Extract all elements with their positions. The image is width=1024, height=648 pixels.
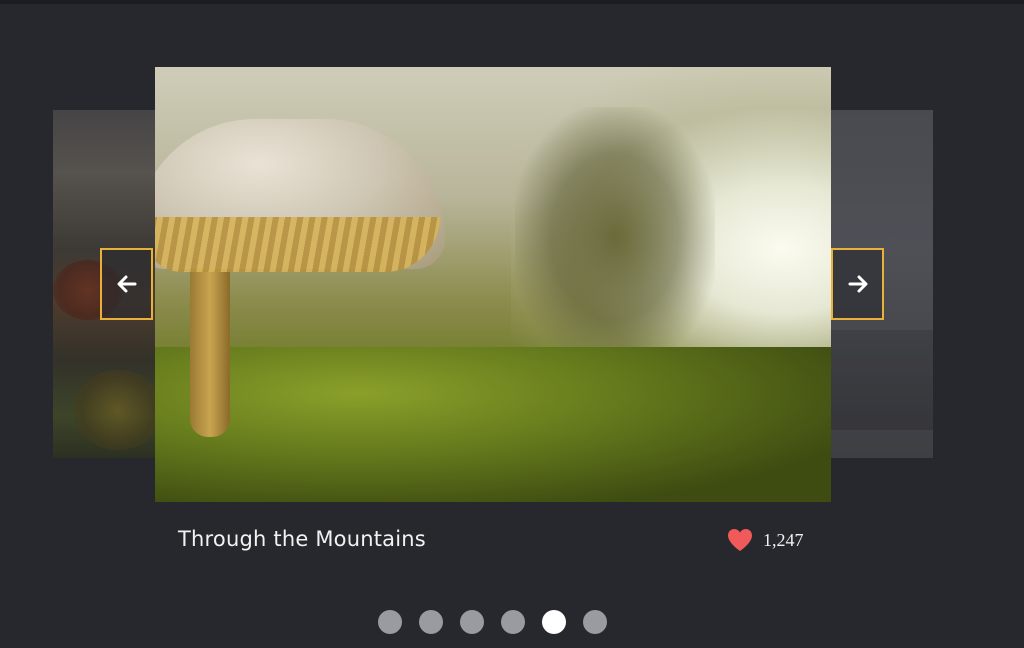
pagination-dot[interactable]: [378, 610, 402, 634]
next-slide-button[interactable]: [831, 248, 884, 320]
current-slide-image: [155, 67, 831, 502]
pagination-dot[interactable]: [460, 610, 484, 634]
like-count: 1,247: [763, 529, 804, 550]
pagination-dot[interactable]: [419, 610, 443, 634]
background-blur: [515, 107, 715, 367]
pagination-dot[interactable]: [501, 610, 525, 634]
heart-icon[interactable]: [727, 528, 753, 552]
previous-slide-button[interactable]: [100, 248, 153, 320]
image-carousel: Through the Mountains 1,247: [0, 0, 1024, 648]
arrow-right-icon: [848, 275, 867, 293]
pagination-dots: [378, 610, 607, 634]
moss-ground: [155, 347, 831, 502]
arrow-left-icon: [117, 275, 136, 293]
slide-title: Through the Mountains: [178, 527, 426, 551]
pagination-dot-active[interactable]: [542, 610, 566, 634]
pagination-dot[interactable]: [583, 610, 607, 634]
mushroom-gills: [155, 217, 440, 272]
like-counter[interactable]: 1,247: [727, 526, 804, 554]
